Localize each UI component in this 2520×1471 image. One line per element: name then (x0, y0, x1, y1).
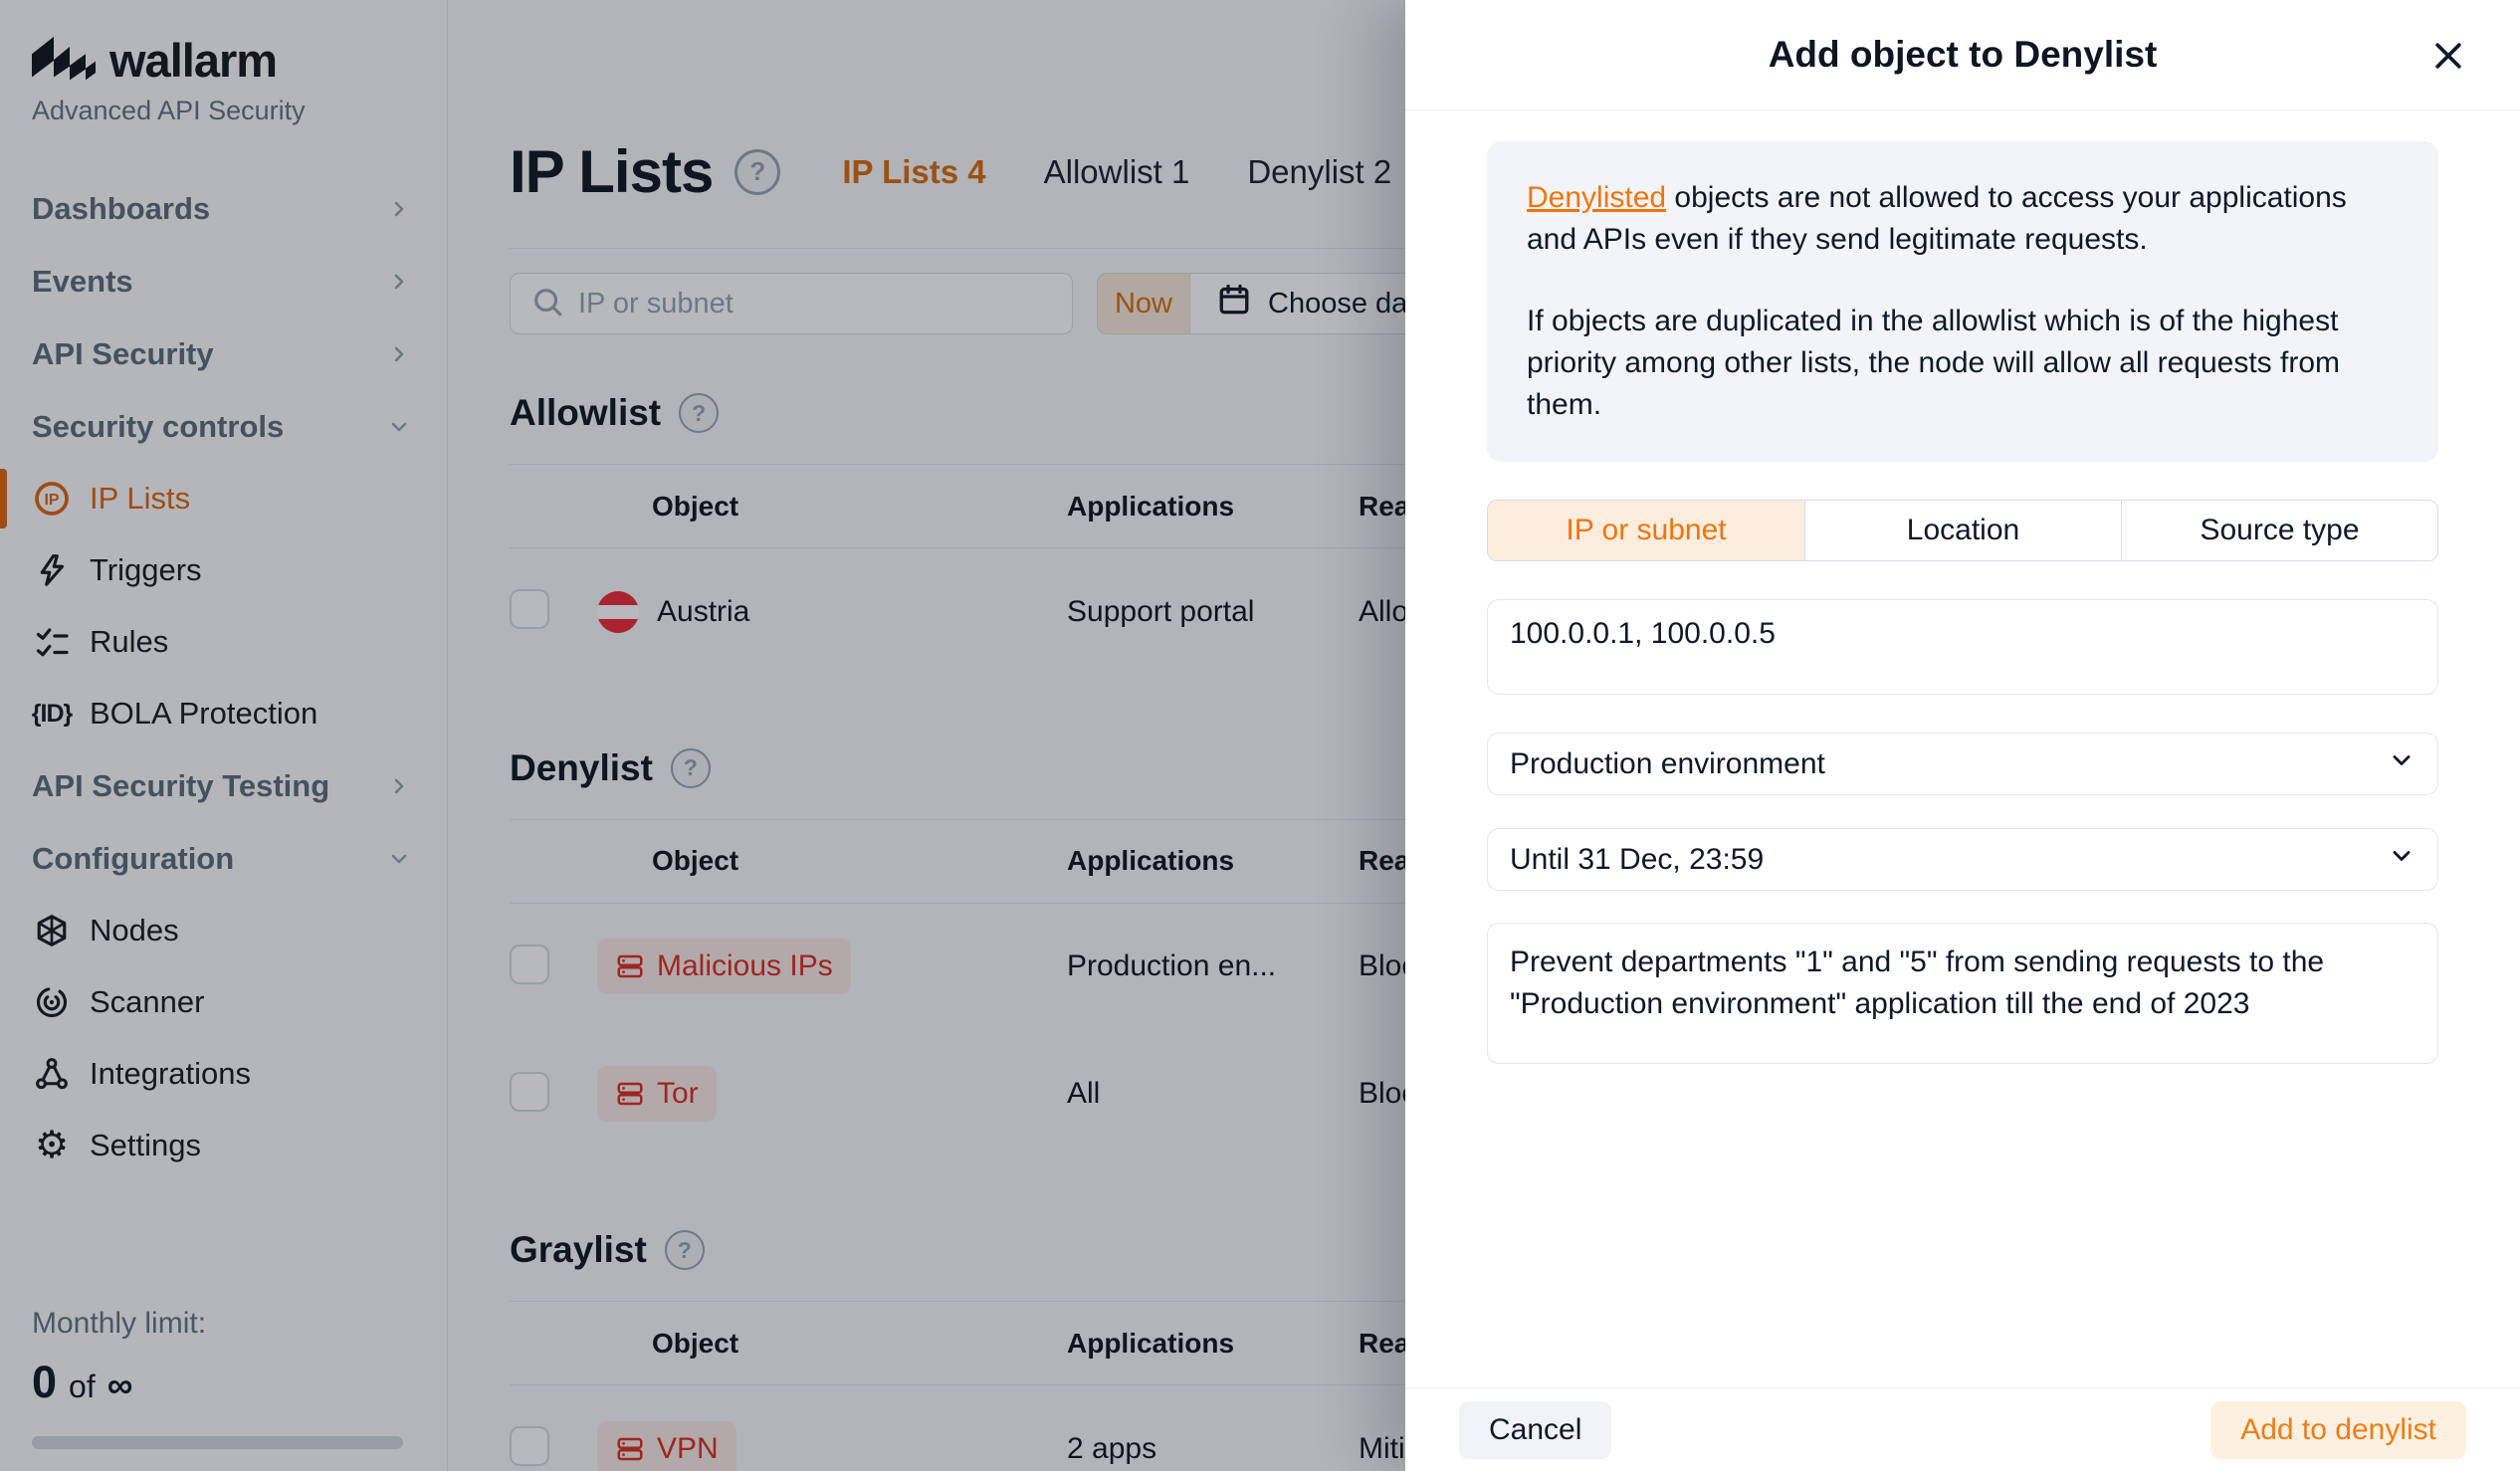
close-icon[interactable] (2426, 34, 2470, 78)
duration-select[interactable]: Until 31 Dec, 23:59 (1487, 828, 2438, 891)
object-type-tabs: IP or subnet Location Source type (1487, 500, 2438, 561)
add-to-denylist-modal: Add object to Denylist Denylisted object… (1405, 0, 2520, 1471)
denylisted-link[interactable]: Denylisted (1527, 181, 1666, 214)
chevron-down-icon (2388, 746, 2415, 782)
ip-objects-input[interactable]: 100.0.0.1, 100.0.0.5 (1487, 599, 2438, 695)
modal-title: Add object to Denylist (1769, 34, 2158, 76)
modal-footer: Cancel Add to denylist (1405, 1387, 2520, 1471)
cancel-button[interactable]: Cancel (1459, 1401, 1611, 1459)
tab-ip-or-subnet[interactable]: IP or subnet (1488, 501, 1804, 560)
tab-source-type[interactable]: Source type (2121, 501, 2437, 560)
chevron-down-icon (2388, 842, 2415, 878)
reason-textarea[interactable]: Prevent departments "1" and "5" from sen… (1487, 923, 2438, 1064)
add-to-denylist-button[interactable]: Add to denylist (2210, 1401, 2466, 1459)
application-select[interactable]: Production environment (1487, 733, 2438, 795)
denylist-info-box: Denylisted objects are not allowed to ac… (1487, 141, 2438, 462)
info-paragraph: If objects are duplicated in the allowli… (1527, 301, 2399, 426)
tab-location[interactable]: Location (1804, 501, 2121, 560)
